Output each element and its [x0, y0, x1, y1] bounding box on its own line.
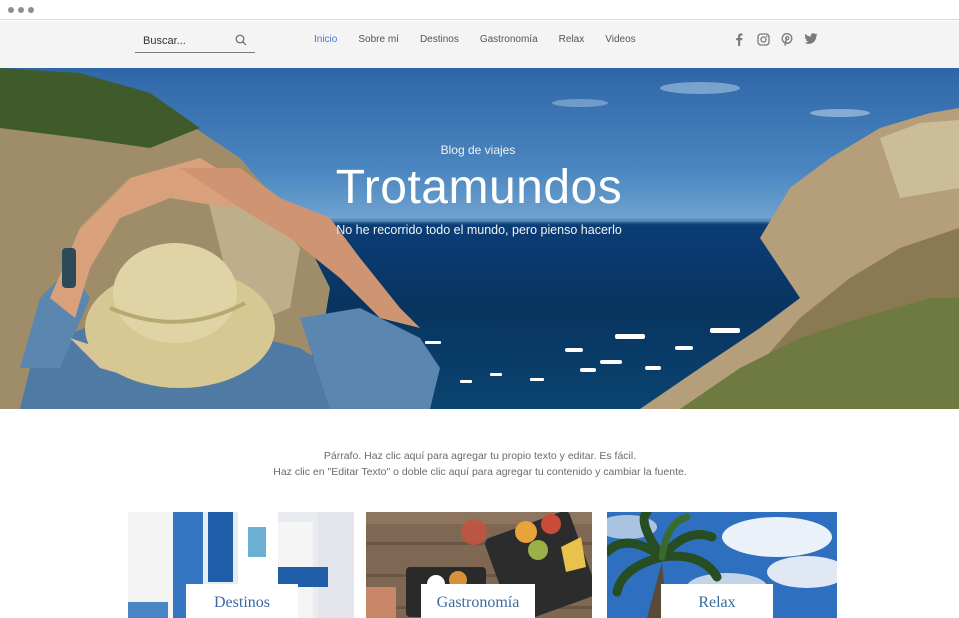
- hero-banner: Blog de viajes Trotamundos No he recorri…: [0, 68, 959, 409]
- intro-line-2: Haz clic en "Editar Texto" o doble clic …: [273, 466, 687, 478]
- hero-title: Trotamundos: [335, 161, 623, 214]
- hero-subtitle: Blog de viajes: [440, 143, 516, 157]
- card-relax-label: Relax: [661, 584, 773, 618]
- card-relax[interactable]: Relax: [607, 512, 837, 618]
- window-minimize-dot[interactable]: [18, 7, 24, 13]
- search-input[interactable]: [143, 32, 233, 50]
- nav-item-videos[interactable]: Videos: [605, 32, 635, 48]
- browser-title-bar: [0, 0, 959, 20]
- nav-item-relax[interactable]: Relax: [559, 32, 585, 48]
- card-gastronomia[interactable]: Gastronomía: [366, 512, 592, 618]
- facebook-icon[interactable]: [732, 32, 746, 46]
- nav-item-inicio[interactable]: Inicio: [314, 32, 337, 48]
- hero-tagline: No he recorrido todo el mundo, pero pien…: [336, 223, 622, 237]
- card-destinos-label: Destinos: [186, 584, 298, 618]
- card-gastronomia-label: Gastronomía: [421, 584, 535, 618]
- search-icon[interactable]: [235, 33, 247, 46]
- hero-background-image: [0, 68, 959, 409]
- intro-paragraph[interactable]: Párrafo. Haz clic aquí para agregar tu p…: [180, 448, 780, 480]
- nav-item-gastronomia[interactable]: Gastronomía: [480, 32, 538, 48]
- window-maximize-dot[interactable]: [28, 7, 34, 13]
- site-header: Inicio Sobre mí Destinos Gastronomía Rel…: [0, 21, 959, 68]
- intro-line-1: Párrafo. Haz clic aquí para agregar tu p…: [323, 450, 637, 462]
- social-bar: [732, 32, 828, 46]
- pinterest-icon[interactable]: [780, 32, 794, 46]
- twitter-icon[interactable]: [804, 32, 818, 46]
- search-box[interactable]: [135, 29, 255, 53]
- window-close-dot[interactable]: [8, 7, 14, 13]
- nav-item-sobre-mi[interactable]: Sobre mí: [358, 32, 399, 48]
- main-nav: Inicio Sobre mí Destinos Gastronomía Rel…: [314, 32, 657, 48]
- nav-item-destinos[interactable]: Destinos: [420, 32, 459, 48]
- instagram-icon[interactable]: [756, 32, 770, 46]
- card-destinos[interactable]: Destinos: [128, 512, 354, 618]
